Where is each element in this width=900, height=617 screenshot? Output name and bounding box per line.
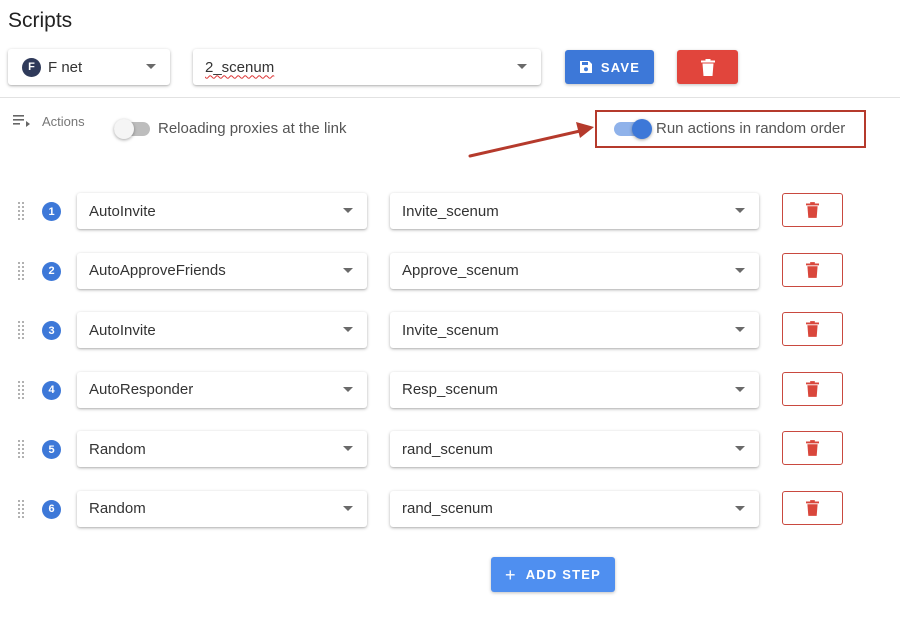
step-row: 5 Random rand_scenum bbox=[0, 430, 900, 468]
account-avatar: F bbox=[22, 57, 41, 77]
chevron-down-icon bbox=[343, 208, 353, 213]
step-row: 3 AutoInvite Invite_scenum bbox=[0, 311, 900, 349]
drag-handle-icon[interactable] bbox=[18, 440, 26, 459]
step-number: 6 bbox=[42, 499, 61, 519]
step-number: 2 bbox=[42, 261, 61, 281]
plus-icon: + bbox=[504, 564, 517, 585]
save-button-label: SAVE bbox=[600, 59, 641, 75]
step-scenario-select[interactable]: Invite_scenum bbox=[390, 193, 759, 229]
step-scenario-value: Invite_scenum bbox=[402, 321, 499, 339]
floppy-disk-icon bbox=[579, 61, 592, 73]
actions-label: Actions bbox=[42, 114, 85, 129]
chevron-down-icon bbox=[343, 327, 353, 332]
script-select[interactable]: 2_scenum bbox=[193, 49, 541, 85]
step-number: 1 bbox=[42, 202, 61, 221]
step-scenario-value: Resp_scenum bbox=[402, 381, 498, 398]
trash-icon bbox=[806, 261, 819, 278]
chevron-down-icon bbox=[146, 64, 156, 69]
delete-step-button[interactable] bbox=[782, 252, 843, 287]
reload-proxies-label: Reloading proxies at the link bbox=[158, 120, 347, 137]
step-action-select[interactable]: Random bbox=[77, 431, 367, 467]
drag-handle-icon[interactable] bbox=[18, 202, 26, 221]
drag-handle-icon[interactable] bbox=[18, 499, 26, 519]
chevron-down-icon bbox=[735, 446, 745, 451]
reload-proxies-toggle[interactable] bbox=[114, 119, 152, 139]
trash-icon bbox=[700, 58, 715, 76]
random-order-label: Run actions in random order bbox=[656, 120, 846, 137]
step-action-value: Random bbox=[89, 440, 146, 458]
step-action-value: Random bbox=[89, 500, 146, 517]
account-select[interactable]: F F net bbox=[8, 49, 170, 85]
trash-icon bbox=[806, 380, 819, 397]
delete-step-button[interactable] bbox=[782, 490, 843, 525]
step-row: 6 Random rand_scenum bbox=[0, 490, 900, 528]
divider bbox=[0, 97, 900, 98]
trash-icon bbox=[806, 202, 819, 218]
drag-handle-icon[interactable] bbox=[18, 261, 26, 281]
step-scenario-select[interactable]: Resp_scenum bbox=[390, 371, 759, 408]
annotation-arrow bbox=[468, 122, 594, 158]
save-button[interactable]: SAVE bbox=[565, 50, 654, 84]
drag-handle-icon[interactable] bbox=[18, 380, 26, 400]
step-action-value: AutoInvite bbox=[89, 321, 156, 339]
step-action-select[interactable]: AutoInvite bbox=[77, 312, 367, 348]
toggle-knob bbox=[632, 119, 652, 139]
script-select-value: 2_scenum bbox=[205, 58, 275, 76]
chevron-down-icon bbox=[343, 446, 353, 451]
step-row: 1 AutoInvite Invite_scenum bbox=[0, 192, 900, 230]
page-title: Scripts bbox=[8, 9, 73, 32]
step-number: 3 bbox=[42, 321, 61, 340]
chevron-down-icon bbox=[735, 386, 745, 392]
delete-step-button[interactable] bbox=[782, 312, 843, 346]
step-scenario-value: Approve_scenum bbox=[402, 262, 519, 279]
step-number: 4 bbox=[42, 380, 61, 400]
step-scenario-select[interactable]: rand_scenum bbox=[390, 490, 759, 527]
trash-icon bbox=[806, 499, 819, 516]
step-action-select[interactable]: Random bbox=[77, 490, 367, 527]
chevron-down-icon bbox=[735, 267, 745, 273]
chevron-down-icon bbox=[735, 208, 745, 213]
step-number: 5 bbox=[42, 440, 61, 459]
random-order-toggle[interactable] bbox=[614, 119, 652, 139]
drag-handle-icon[interactable] bbox=[18, 321, 26, 340]
chevron-down-icon bbox=[343, 505, 353, 511]
step-scenario-value: Invite_scenum bbox=[402, 202, 499, 220]
step-action-select[interactable]: AutoApproveFriends bbox=[77, 252, 367, 289]
chevron-down-icon bbox=[343, 267, 353, 273]
step-action-value: AutoResponder bbox=[89, 381, 194, 398]
step-scenario-value: rand_scenum bbox=[402, 500, 493, 517]
delete-script-button[interactable] bbox=[677, 50, 738, 84]
toggle-knob bbox=[114, 119, 134, 139]
trash-icon bbox=[806, 440, 819, 456]
chevron-down-icon bbox=[735, 505, 745, 511]
playlist-icon bbox=[13, 115, 30, 127]
add-step-label: ADD STEP bbox=[525, 567, 602, 582]
account-select-value: F net bbox=[48, 58, 83, 76]
step-scenario-select[interactable]: rand_scenum bbox=[390, 431, 759, 467]
delete-step-button[interactable] bbox=[782, 431, 843, 465]
chevron-down-icon bbox=[517, 64, 527, 69]
chevron-down-icon bbox=[735, 327, 745, 332]
step-action-select[interactable]: AutoResponder bbox=[77, 371, 367, 408]
step-row: 4 AutoResponder Resp_scenum bbox=[0, 371, 900, 409]
delete-step-button[interactable] bbox=[782, 193, 843, 227]
step-action-value: AutoApproveFriends bbox=[89, 262, 226, 279]
add-step-button[interactable]: + ADD STEP bbox=[491, 557, 615, 592]
trash-icon bbox=[806, 321, 819, 337]
step-action-select[interactable]: AutoInvite bbox=[77, 193, 367, 229]
step-scenario-select[interactable]: Approve_scenum bbox=[390, 252, 759, 289]
step-row: 2 AutoApproveFriends Approve_scenum bbox=[0, 252, 900, 290]
delete-step-button[interactable] bbox=[782, 371, 843, 406]
chevron-down-icon bbox=[343, 386, 353, 392]
step-scenario-select[interactable]: Invite_scenum bbox=[390, 312, 759, 348]
step-scenario-value: rand_scenum bbox=[402, 440, 493, 458]
step-action-value: AutoInvite bbox=[89, 202, 156, 220]
